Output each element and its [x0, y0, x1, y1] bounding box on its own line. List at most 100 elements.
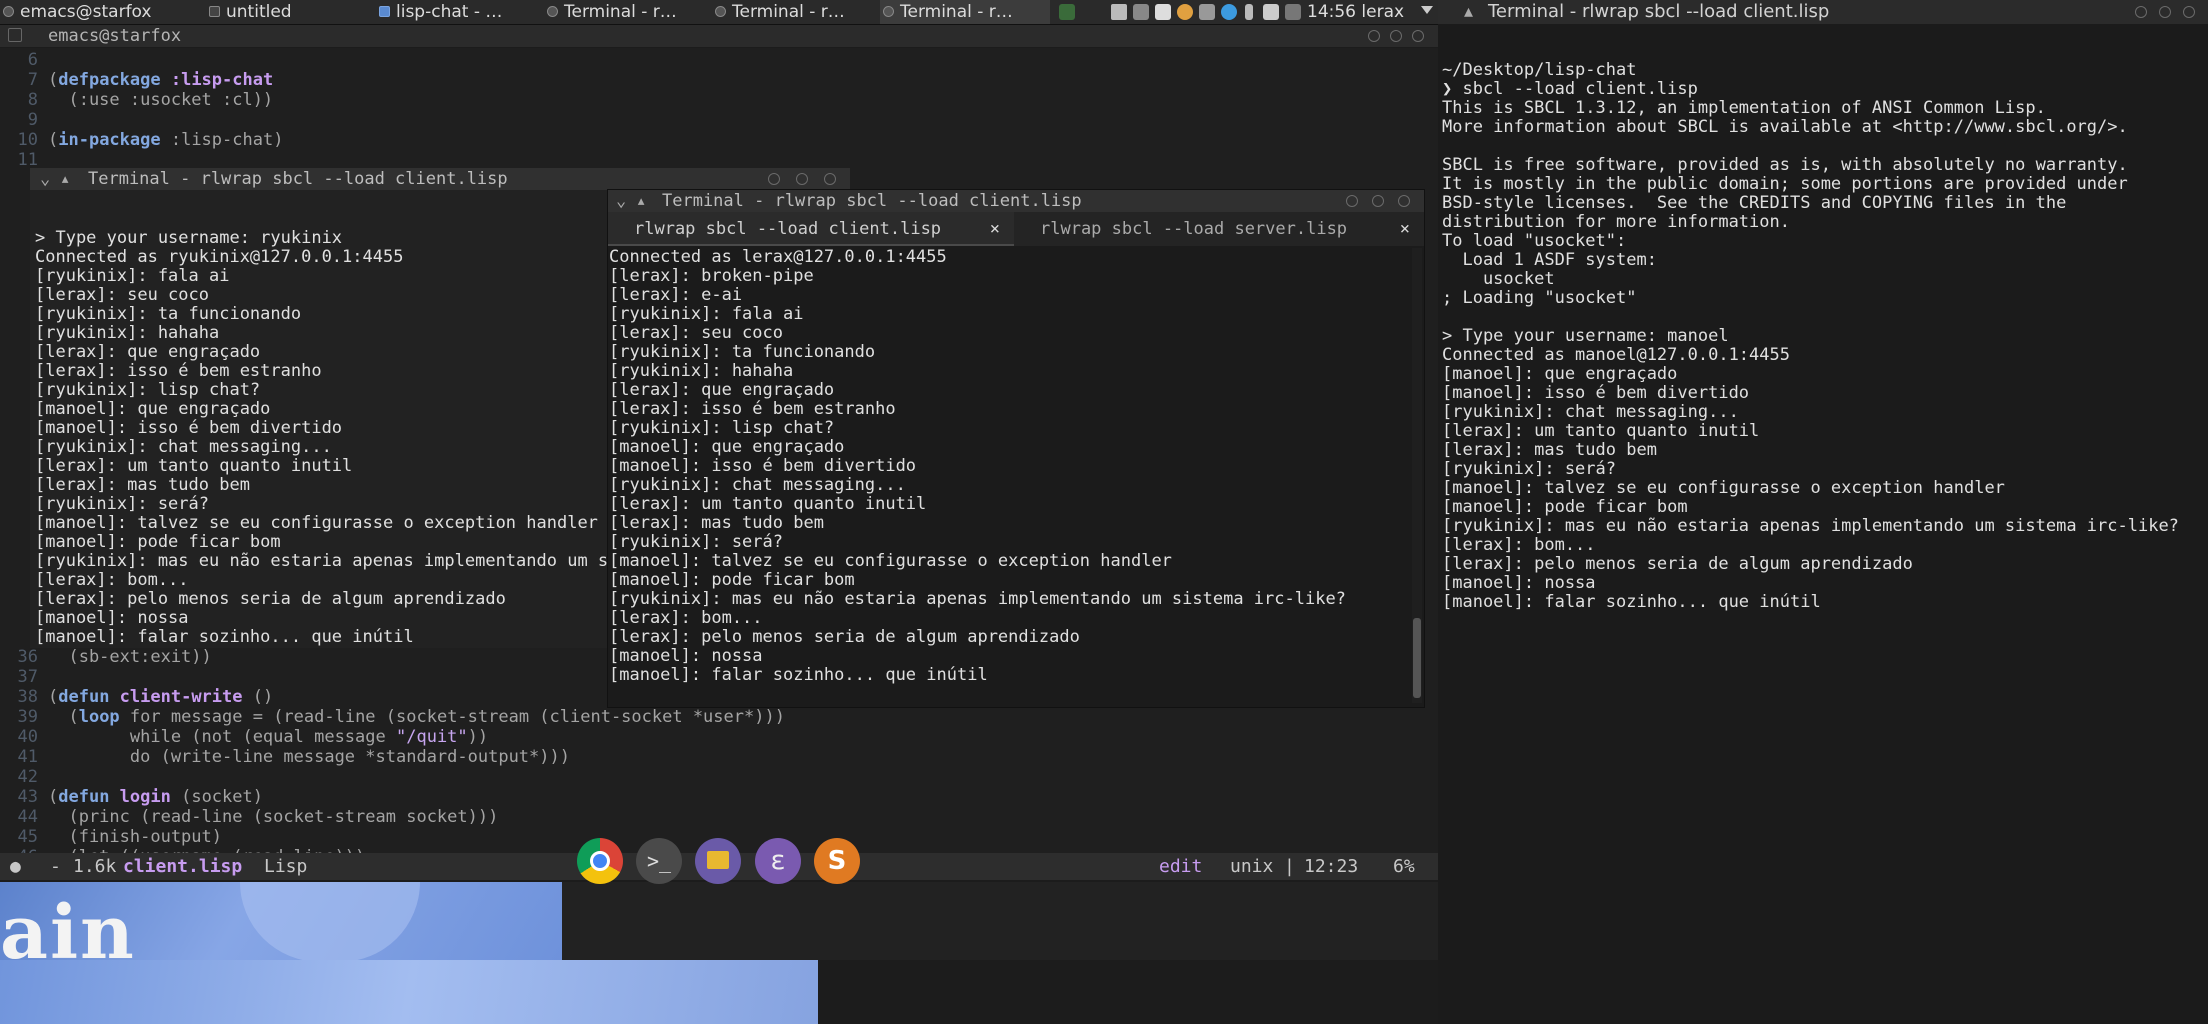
maximize-button[interactable] [796, 173, 808, 185]
dropbox-icon[interactable] [1111, 4, 1127, 20]
updown-icon[interactable] [1245, 4, 1253, 20]
scrollbar-thumb[interactable] [1413, 618, 1421, 698]
weather-icon[interactable] [1177, 4, 1193, 20]
terminal-line: [lerax]: pelo menos seria de algum apren… [609, 627, 1080, 647]
terminal-line: [lerax]: pelo menos seria de algum apren… [35, 589, 506, 609]
minimize-button[interactable] [768, 173, 780, 185]
terminal-line: [ryukinix]: chat messaging... [35, 437, 332, 457]
window-menu-icon[interactable]: ⌄ [616, 190, 626, 212]
telegram-icon[interactable] [1221, 4, 1237, 20]
emacs-icon[interactable]: ε [755, 838, 801, 884]
code-token: "/quit" [396, 727, 468, 747]
terminal-icon[interactable]: >_ [636, 838, 682, 884]
terminal-line: [ryukinix]: chat messaging... [609, 475, 906, 495]
line-number: 37 [17, 667, 38, 687]
tab-client[interactable]: rlwrap sbcl --load client.lisp × [608, 212, 1014, 246]
buffer-size: 1.6k [73, 856, 117, 877]
clock[interactable]: 14:56 lerax [1307, 0, 1404, 24]
pin-icon[interactable]: ▴ [60, 168, 70, 190]
terminal-line: [manoel]: que engraçado [609, 437, 845, 457]
terminal-line: Connected as manoel@127.0.0.1:4455 [1442, 345, 1790, 365]
window-menu-icon[interactable]: ▴ [1464, 0, 1473, 24]
terminal-line: [lerax]: bom... [35, 570, 189, 590]
network-icon[interactable] [1155, 4, 1171, 20]
terminal-b-titlebar[interactable]: ⌄ ▴ Terminal - rlwrap sbcl --load client… [608, 190, 1424, 212]
scrollbar[interactable] [1412, 248, 1422, 703]
close-button[interactable] [1398, 195, 1410, 207]
terminal-line: [lerax]: isso é bem estranho [609, 399, 896, 419]
terminal-line: [ryukinix]: chat messaging... [1442, 402, 1739, 422]
code-token: defun [58, 687, 110, 707]
terminal-line: [manoel]: nossa [609, 646, 763, 666]
terminal-line: [lerax]: que engraçado [609, 380, 835, 400]
terminal-line: [lerax]: mas tudo bem [1442, 440, 1657, 460]
terminal-b-output[interactable]: Connected as lerax@127.0.0.1:4455 [lerax]… [608, 248, 1408, 703]
emacs-titlebar: emacs@starfox [0, 25, 1438, 47]
code-token: (finish-output) [48, 827, 222, 847]
emacs-icon [3, 6, 14, 17]
sublime-icon[interactable]: S [814, 838, 860, 884]
task-untitled[interactable]: untitled [206, 0, 366, 24]
folder-icon [379, 6, 390, 17]
terminal-line: SBCL is free software, provided as is, w… [1442, 155, 2128, 175]
taskbar: emacs@starfox untitled lisp-chat - … Ter… [0, 0, 1438, 25]
minimize-button[interactable] [1368, 30, 1380, 42]
code-token: ( [48, 787, 59, 807]
close-tab-icon[interactable]: × [1400, 212, 1410, 246]
cursor-position: 12:23 [1304, 856, 1359, 877]
code-line: 37 [0, 667, 48, 687]
terminal-window-r[interactable]: ~/Desktop/lisp-chat ❯ sbcl --load client.… [1438, 24, 2208, 1024]
line-number: 40 [17, 727, 38, 747]
window-menu-icon[interactable] [8, 28, 22, 42]
task-lisp-chat[interactable]: lisp-chat - … [376, 0, 538, 24]
archive-icon[interactable] [695, 838, 741, 884]
code-token: in-package [58, 130, 161, 150]
minimize-button[interactable] [2135, 6, 2147, 18]
task-emacs[interactable]: emacs@starfox [0, 0, 200, 24]
line-number: 43 [17, 787, 38, 807]
window-menu-icon[interactable]: ⌄ [40, 168, 50, 190]
wallpaper-text: ain [0, 890, 136, 976]
terminal-line: [lerax]: que engraçado [35, 342, 261, 362]
task-terminal-2[interactable]: Terminal - r… [712, 0, 876, 24]
terminal-b-title: Terminal - rlwrap sbcl --load client.lis… [662, 191, 1082, 211]
line-number: 6 [27, 50, 38, 70]
task-terminal-1[interactable]: Terminal - r… [544, 0, 708, 24]
terminal-r-titlebar[interactable]: ▴ Terminal - rlwrap sbcl --load client.l… [1438, 0, 2208, 24]
terminal-line: [lerax]: bom... [609, 608, 763, 628]
volume-icon[interactable] [1263, 4, 1279, 20]
chrome-icon[interactable] [577, 838, 623, 884]
code-token: defun [58, 787, 110, 807]
clipboard-icon[interactable] [1133, 4, 1149, 20]
transfer-icon[interactable] [1199, 4, 1215, 20]
emacs-title: emacs@starfox [48, 26, 182, 46]
maximize-button[interactable] [1390, 30, 1402, 42]
terminal-line: More information about SBCL is available… [1442, 117, 2128, 137]
code-token: )) [467, 727, 489, 747]
terminal-window-b[interactable]: ⌄ ▴ Terminal - rlwrap sbcl --load client… [607, 189, 1425, 708]
line-number: 42 [17, 767, 38, 787]
maximize-button[interactable] [2159, 6, 2171, 18]
maximize-button[interactable] [1372, 195, 1384, 207]
terminal-a-titlebar[interactable]: ⌄ ▴ Terminal - rlwrap sbcl --load client… [30, 168, 850, 190]
workspace-switcher-icon[interactable] [1059, 4, 1075, 20]
minimize-button[interactable] [1346, 195, 1358, 207]
code-line: 10 (in-package :lisp-chat) [0, 130, 284, 150]
close-tab-icon[interactable]: × [990, 212, 1000, 246]
menu-icon[interactable] [1421, 6, 1433, 18]
terminal-line: [manoel]: talvez se eu configurasse o ex… [35, 513, 598, 533]
edit-state: edit [1159, 856, 1203, 877]
tab-server[interactable]: rlwrap sbcl --load server.lisp × [1014, 212, 1424, 246]
close-button[interactable] [1412, 30, 1424, 42]
task-terminal-3[interactable]: Terminal - r… [880, 0, 1050, 24]
close-button[interactable] [2183, 6, 2195, 18]
code-token: () [242, 687, 274, 707]
major-mode[interactable]: Lisp [264, 853, 307, 880]
pin-icon[interactable]: ▴ [636, 190, 646, 212]
close-button[interactable] [824, 173, 836, 185]
line-number: 39 [17, 707, 38, 727]
code-token: ( [48, 130, 59, 150]
terminal-tray-icon[interactable] [1285, 4, 1301, 20]
code-token: (socket) [170, 787, 263, 807]
code-token: ( [48, 687, 59, 707]
